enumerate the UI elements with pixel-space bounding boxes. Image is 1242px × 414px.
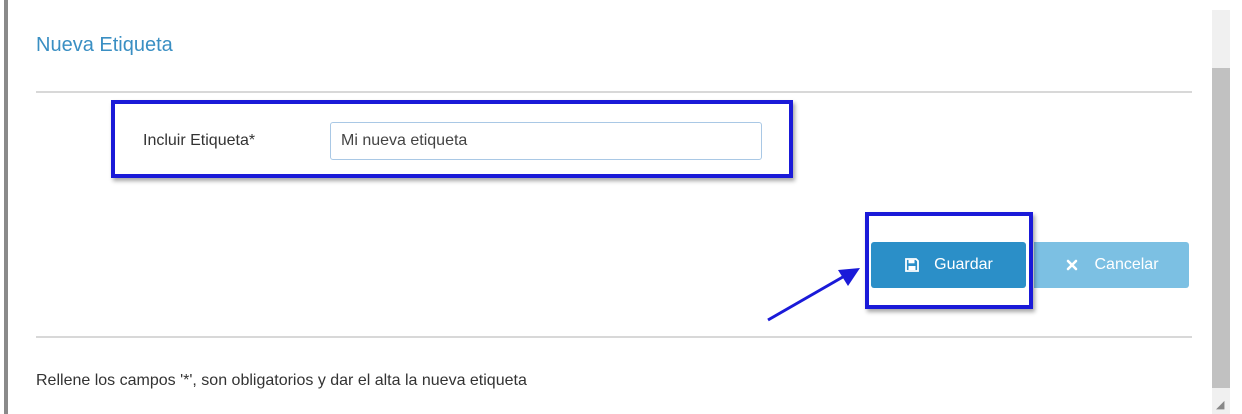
pointer-arrow xyxy=(767,268,860,322)
save-button[interactable]: Guardar xyxy=(871,242,1026,288)
save-icon xyxy=(904,257,920,273)
cancel-button-label: Cancelar xyxy=(1094,256,1159,273)
save-button-label: Guardar xyxy=(934,256,993,273)
modal-title: Nueva Etiqueta xyxy=(36,34,173,56)
tag-name-input[interactable] xyxy=(330,122,762,160)
help-text: Rellene los campos '*', son obligatorios… xyxy=(36,372,527,389)
close-icon xyxy=(1064,257,1080,273)
scrollbar-thumb[interactable] xyxy=(1212,68,1230,388)
resize-grip-icon[interactable]: ◢ xyxy=(1216,398,1224,411)
header-divider xyxy=(36,91,1192,93)
modal-left-border xyxy=(4,0,8,414)
cancel-button[interactable]: Cancelar xyxy=(1034,242,1189,288)
footer-divider xyxy=(36,336,1192,338)
tag-field-label: Incluir Etiqueta* xyxy=(143,132,256,149)
